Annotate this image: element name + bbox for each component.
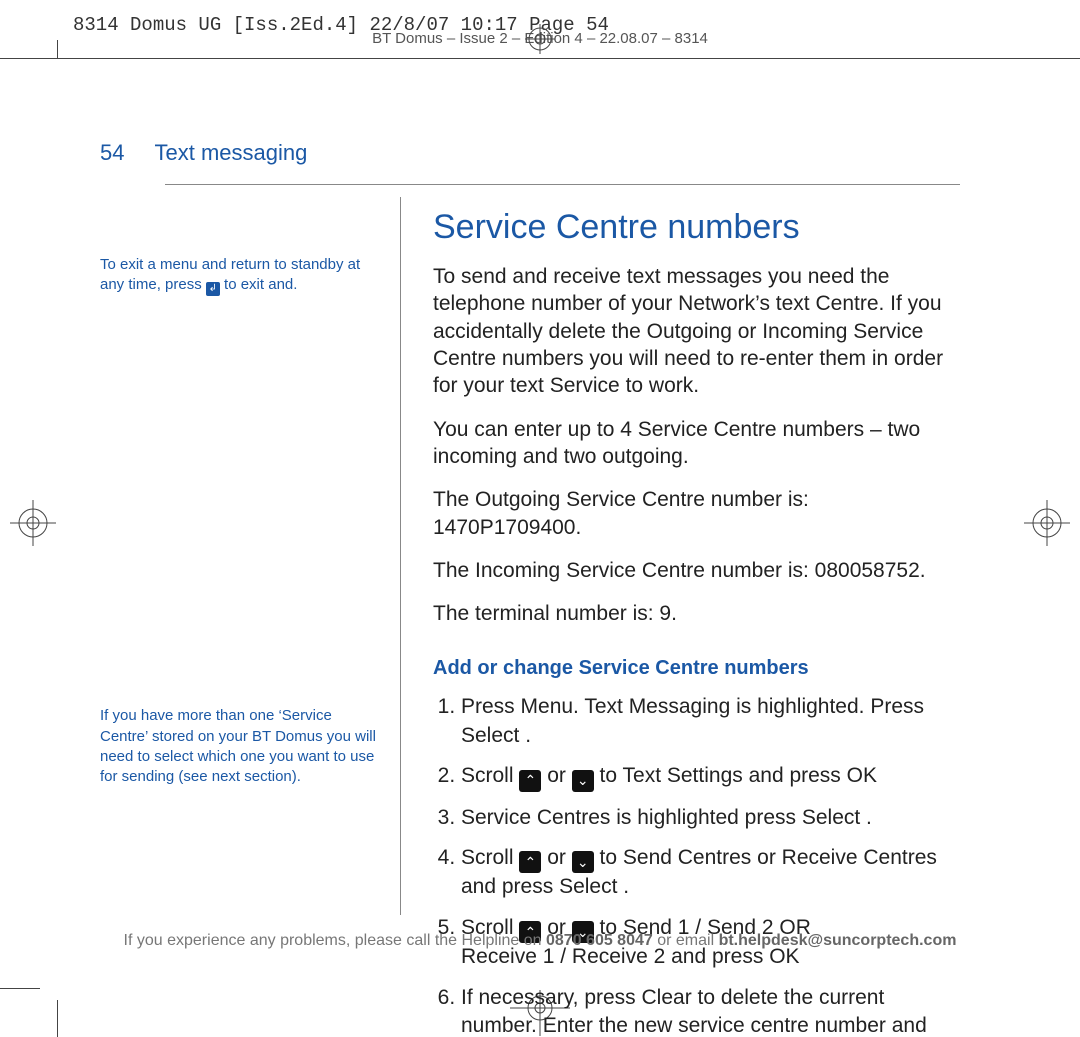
intro-paragraph-2: You can enter up to 4 Service Centre num… <box>433 416 960 471</box>
down-arrow-icon: ⌄ <box>572 851 594 873</box>
t: or <box>541 764 571 787</box>
step-1: Press Menu. Text Messaging is highlighte… <box>461 693 960 750</box>
top-side-rule <box>57 40 58 58</box>
t: . <box>617 875 629 898</box>
step-4: Scroll ⌃ or ⌄ to Send Centres or Receive… <box>461 844 960 902</box>
t: or <box>541 846 571 869</box>
terminal-number-line: The terminal number is: 9. <box>433 600 960 627</box>
t: Scroll <box>461 764 519 787</box>
step-2: Scroll ⌃ or ⌄ to Text Settings and press… <box>461 762 960 791</box>
menu-keyword: Text Messaging <box>584 695 730 718</box>
step-6: If necessary, press Clear to delete the … <box>461 984 960 1037</box>
menu-keyword: Receive Centres <box>782 846 937 869</box>
menu-keyword: OK <box>847 764 877 787</box>
step-3: Service Centres is highlighted press Sel… <box>461 804 960 832</box>
margin-notes: To exit a menu and return to standby at … <box>100 197 400 1037</box>
menu-keyword: Text Settings <box>623 764 743 787</box>
down-arrow-icon: ⌄ <box>572 770 594 792</box>
footer-helpline: If you experience any problems, please c… <box>0 932 1080 950</box>
footer-phone: 0870 605 8047 <box>546 932 653 949</box>
service-centre-note: If you have more than one ‘Service Centr… <box>100 706 380 787</box>
footer-text-a: If you experience any problems, please c… <box>124 932 546 949</box>
menu-keyword: Select <box>802 806 860 829</box>
page-number: 54 <box>100 140 124 166</box>
section-title: Text messaging <box>154 140 307 166</box>
t: is highlighted. Press <box>730 695 924 718</box>
exit-note-text-b: to exit and. <box>220 276 298 293</box>
t: . <box>860 806 872 829</box>
registration-mark-top <box>525 24 555 54</box>
menu-keyword: Select <box>461 724 519 747</box>
header-rule <box>165 184 960 185</box>
running-head: 54 Text messaging <box>100 140 960 166</box>
t: If necessary, press <box>461 986 642 1009</box>
page-title: Service Centre numbers <box>433 205 960 249</box>
exit-note: To exit a menu and return to standby at … <box>100 255 380 296</box>
t: to <box>594 764 623 787</box>
crop-line <box>57 1000 58 1037</box>
outgoing-number-line: The Outgoing Service Centre number is: 1… <box>433 486 960 541</box>
up-arrow-icon: ⌃ <box>519 851 541 873</box>
top-crop-rule <box>0 58 1080 59</box>
main-column: Service Centre numbers To send and recei… <box>401 197 960 1037</box>
menu-keyword: Send Centres <box>623 846 751 869</box>
t: . <box>519 724 531 747</box>
subheading: Add or change Service Centre numbers <box>433 655 960 681</box>
t: and press <box>743 764 847 787</box>
t: . <box>573 695 584 718</box>
footer-email: bt.helpdesk@suncorptech.com <box>719 932 957 949</box>
steps-list: Press Menu. Text Messaging is highlighte… <box>433 693 960 1037</box>
t: and press <box>461 875 559 898</box>
t: Scroll <box>461 846 519 869</box>
up-arrow-icon: ⌃ <box>519 770 541 792</box>
crop-line <box>0 988 40 989</box>
menu-keyword: Clear <box>642 986 692 1009</box>
menu-keyword: Service Centres <box>461 806 610 829</box>
end-call-key-icon: ↲ <box>206 282 220 296</box>
t: to <box>594 846 623 869</box>
page-body: 54 Text messaging To exit a menu and ret… <box>100 140 960 1037</box>
incoming-number-line: The Incoming Service Centre number is: 0… <box>433 557 960 584</box>
t: is highlighted press <box>610 806 801 829</box>
menu-keyword: Select <box>559 875 617 898</box>
footer-text-b: or email <box>653 932 719 949</box>
menu-keyword: Menu <box>521 695 574 718</box>
registration-mark-left <box>10 500 56 551</box>
t: Press <box>461 695 521 718</box>
intro-paragraph-1: To send and receive text messages you ne… <box>433 263 960 399</box>
registration-mark-right <box>1024 500 1070 551</box>
t: or <box>751 846 781 869</box>
